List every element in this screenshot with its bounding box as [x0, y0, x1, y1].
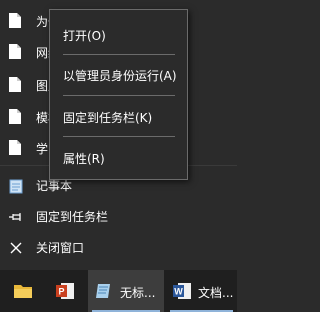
word-icon: W	[173, 283, 191, 299]
document-icon	[9, 13, 21, 28]
svg-text:W: W	[174, 287, 183, 297]
menu-item-run-as-admin[interactable]: 以管理员身份运行(A)	[50, 62, 187, 88]
taskbar-file-explorer[interactable]	[4, 270, 42, 312]
task-close-label: 关闭窗口	[36, 241, 85, 255]
menu-item-open[interactable]: 打开(O)	[50, 22, 187, 48]
pin-icon	[9, 213, 21, 221]
taskbar: P 无标... W 文档...	[0, 270, 237, 312]
svg-text:P: P	[58, 287, 64, 297]
task-pin-label: 固定到任务栏	[36, 210, 109, 224]
notepad-icon	[9, 179, 23, 194]
notepad-icon	[96, 284, 110, 298]
menu-separator	[63, 136, 175, 137]
close-icon	[10, 242, 22, 254]
taskbar-word-label: 文档...	[198, 286, 234, 300]
document-icon	[9, 109, 21, 124]
document-icon	[9, 77, 21, 92]
menu-separator	[63, 95, 175, 96]
menu-item-open-label: 打开(O)	[63, 29, 106, 43]
menu-item-pin-taskbar[interactable]: 固定到任务栏(K)	[50, 104, 187, 130]
taskbar-notepad[interactable]: 无标...	[88, 270, 164, 312]
menu-item-pin-taskbar-label: 固定到任务栏(K)	[63, 111, 153, 125]
folder-icon	[14, 285, 32, 298]
menu-item-properties[interactable]: 属性(R)	[50, 145, 187, 171]
taskbar-word[interactable]: W 文档...	[166, 270, 237, 312]
document-icon	[9, 44, 21, 59]
taskbar-notepad-label: 无标...	[120, 286, 156, 300]
task-pin-taskbar[interactable]: 固定到任务栏	[0, 201, 237, 231]
context-menu: 打开(O) 以管理员身份运行(A) 固定到任务栏(K) 属性(R)	[49, 9, 188, 180]
taskbar-powerpoint[interactable]: P	[46, 270, 84, 312]
menu-item-run-as-admin-label: 以管理员身份运行(A)	[63, 69, 177, 83]
task-close-window[interactable]: 关闭窗口	[0, 232, 237, 262]
menu-separator	[63, 54, 175, 55]
document-icon	[9, 140, 21, 155]
powerpoint-icon: P	[56, 283, 74, 299]
menu-item-properties-label: 属性(R)	[63, 152, 105, 166]
